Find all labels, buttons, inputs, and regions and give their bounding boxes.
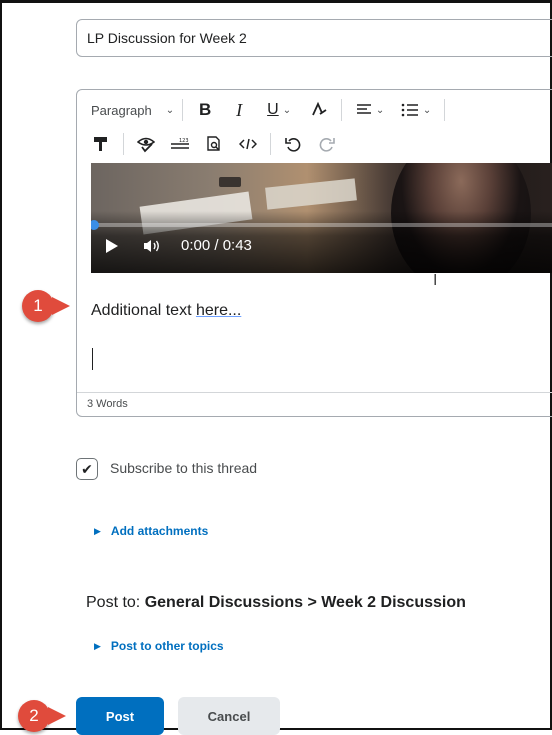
- video-time: 0:00 / 0:43: [181, 237, 252, 254]
- play-icon[interactable]: [105, 238, 119, 254]
- body-text-plain: Additional text: [91, 302, 196, 319]
- text-caret: [92, 348, 93, 370]
- toolbar-divider: [270, 133, 271, 155]
- redo-icon: [319, 138, 335, 152]
- cancel-button[interactable]: Cancel: [178, 697, 280, 735]
- undo-button[interactable]: [279, 130, 307, 158]
- text-cursor-icon: I: [433, 272, 438, 289]
- toolbar-divider: [182, 99, 184, 121]
- rich-text-editor[interactable]: Paragraph ⌄ B I U ⌄ ⌄ ⌄ 123 0:00 / 0:43 …: [76, 89, 552, 417]
- annotation-arrow-icon: [52, 297, 70, 315]
- add-attachments-toggle[interactable]: ▶ Add attachments: [94, 524, 208, 538]
- chevron-down-icon: ⌄: [282, 104, 292, 116]
- list-icon: [401, 103, 418, 117]
- chevron-down-icon: ⌄: [422, 104, 432, 116]
- post-button[interactable]: Post: [76, 697, 164, 735]
- video-frame-detail: [265, 178, 357, 210]
- undo-icon: [285, 138, 301, 152]
- accessibility-checker-icon: [137, 137, 155, 153]
- align-icon: [356, 104, 371, 114]
- preview-button[interactable]: [200, 130, 228, 158]
- italic-icon: I: [236, 99, 243, 120]
- format-painter-button[interactable]: [87, 130, 115, 158]
- annotation-arrow-icon: [48, 707, 66, 725]
- word-count-button[interactable]: 123: [166, 130, 194, 158]
- paragraph-format-label: Paragraph: [91, 102, 152, 118]
- toolbar-divider: [341, 99, 343, 121]
- accessibility-checker-button[interactable]: [132, 130, 160, 158]
- align-dropdown[interactable]: ⌄: [350, 96, 390, 124]
- video-player[interactable]: 0:00 / 0:43: [91, 163, 552, 273]
- chevron-down-icon: ⌄: [375, 104, 385, 116]
- bold-button[interactable]: B: [191, 96, 219, 124]
- preview-icon: [207, 136, 220, 151]
- underline-button[interactable]: U ⌄: [259, 96, 299, 124]
- annotation-badge-number: 2: [29, 706, 39, 725]
- annotation-badge-1: 1: [22, 290, 54, 322]
- format-painter-icon: [94, 137, 107, 151]
- font-color-icon: [312, 101, 327, 116]
- post-to-other-topics-label: Post to other topics: [110, 639, 224, 653]
- svg-text:123: 123: [179, 138, 189, 144]
- underline-icon: U: [267, 101, 279, 118]
- triangle-right-icon: ▶: [94, 525, 101, 536]
- toolbar-divider: [444, 99, 446, 121]
- post-to-other-topics-toggle[interactable]: ▶ Post to other topics: [94, 639, 224, 653]
- video-controls: 0:00 / 0:43: [105, 237, 252, 254]
- font-color-button[interactable]: [305, 96, 333, 124]
- post-to-label: Post to:: [86, 594, 141, 611]
- redo-button[interactable]: [313, 130, 341, 158]
- post-to-destination: General Discussions > Week 2 Discussion: [144, 594, 466, 611]
- italic-button[interactable]: I: [225, 96, 253, 124]
- add-attachments-label: Add attachments: [110, 524, 209, 538]
- paragraph-format-dropdown[interactable]: Paragraph ⌄: [91, 96, 174, 124]
- word-count-icon: 123: [171, 138, 189, 149]
- post-to-line: Post to: General Discussions > Week 2 Di…: [86, 594, 466, 612]
- editor-status-bar: 3 Words: [77, 392, 552, 416]
- annotation-badge-number: 1: [33, 296, 43, 315]
- list-dropdown[interactable]: ⌄: [396, 96, 436, 124]
- chevron-down-icon: ⌄: [165, 104, 175, 116]
- annotation-badge-2: 2: [18, 700, 50, 732]
- word-count: 3 Words: [87, 398, 128, 410]
- subscribe-label: Subscribe to this thread: [110, 460, 258, 476]
- bold-icon: B: [198, 100, 212, 119]
- video-progress-bar[interactable]: [91, 223, 552, 227]
- editor-body-text: Additional text here...: [91, 302, 241, 320]
- toolbar-row-1: Paragraph ⌄ B I U ⌄ ⌄ ⌄: [77, 95, 453, 125]
- body-text-underlined: here...: [195, 302, 242, 319]
- checkmark-icon: ✔: [81, 460, 93, 477]
- source-code-button[interactable]: [234, 130, 262, 158]
- toolbar-row-2: 123: [77, 129, 347, 159]
- video-frame-detail: [219, 177, 241, 187]
- subject-input[interactable]: LP Discussion for Week 2: [76, 19, 552, 57]
- subscribe-checkbox[interactable]: ✔: [76, 458, 98, 480]
- triangle-right-icon: ▶: [94, 640, 101, 651]
- source-code-icon: [239, 138, 257, 150]
- toolbar-divider: [123, 133, 124, 155]
- volume-icon[interactable]: [143, 238, 161, 254]
